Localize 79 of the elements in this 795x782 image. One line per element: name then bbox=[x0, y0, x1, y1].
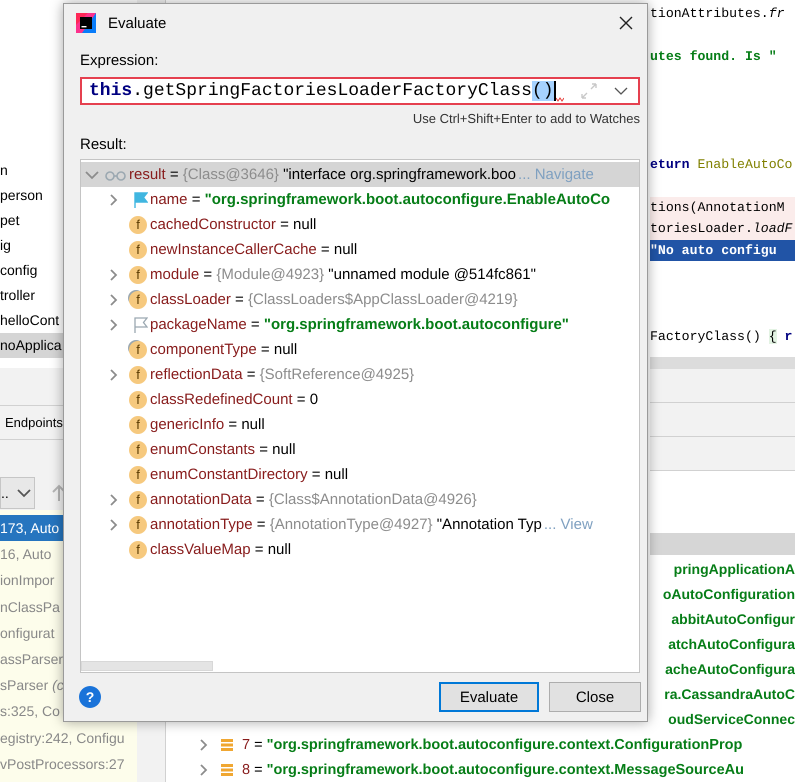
variable-text: annotationType = {AnnotationType@4927} "Annotation Typ bbox=[150, 516, 542, 533]
variable-text: result = {Class@3646} "interface org.springframework.boo bbox=[129, 166, 516, 183]
dialog-button[interactable]: Close bbox=[549, 682, 641, 712]
variable-text: classValueMap = null bbox=[150, 541, 292, 558]
variable-text: enumConstantDirectory = null bbox=[150, 466, 348, 483]
tree-row[interactable]: f annotationData = {Class$AnnotationData@4926} bbox=[81, 487, 639, 512]
variable-text: componentType = null bbox=[150, 341, 298, 358]
tree-row[interactable]: f cachedConstructor = null bbox=[81, 212, 639, 237]
variable-text: enumConstants = null bbox=[150, 441, 296, 458]
marked-field-icon: f bbox=[129, 290, 147, 308]
variable-text: 7 = "org.springframework.boot.autoconfigure.context.ConfigurationProp bbox=[242, 736, 742, 752]
tree-row[interactable]: f componentType = null bbox=[81, 337, 639, 362]
field-icon: f bbox=[129, 366, 147, 384]
tree-row[interactable]: f classLoader = {ClassLoaders$AppClassLoader@4219} bbox=[81, 287, 639, 312]
tree-row[interactable]: f reflectionData = {SoftReference@4925} bbox=[81, 362, 639, 387]
field-icon: f bbox=[129, 216, 147, 234]
flag-icon bbox=[132, 190, 148, 208]
variable-text: packageName = "org.springframework.boot.autoconfigure" bbox=[150, 316, 569, 333]
variable-text: genericInfo = null bbox=[150, 416, 265, 433]
field-icon: f bbox=[129, 466, 147, 484]
field-icon: f bbox=[129, 390, 147, 408]
field-icon: f bbox=[129, 516, 147, 534]
field-icon: f bbox=[129, 266, 147, 284]
field-icon: f bbox=[129, 240, 147, 258]
close-icon[interactable] bbox=[618, 15, 634, 31]
tree-row[interactable]: f genericInfo = null bbox=[81, 412, 639, 437]
scrollbar[interactable] bbox=[81, 661, 213, 671]
error-squiggle bbox=[556, 97, 564, 102]
chevron-right-icon[interactable] bbox=[198, 738, 208, 752]
field-label: Result: bbox=[80, 135, 128, 155]
window-title: Evaluate bbox=[108, 14, 168, 32]
code-line: eturn EnableAutoCo bbox=[650, 156, 794, 174]
tree-row[interactable]: f classRedefinedCount = 0 bbox=[81, 387, 639, 412]
flag-icon bbox=[132, 316, 148, 334]
chevron-right-icon[interactable] bbox=[198, 762, 208, 776]
list-icon bbox=[220, 762, 234, 776]
variable-text: classRedefinedCount = 0 bbox=[150, 391, 318, 408]
tree-row[interactable]: f enumConstants = null bbox=[81, 437, 639, 462]
tree-row[interactable]: result = {Class@3646} "interface org.springframework.boo... Navigate bbox=[81, 162, 639, 187]
variable-text: name = "org.springframework.boot.autoconfigure.EnableAutoCo bbox=[150, 191, 610, 208]
variable-value: acheAutoConfigura bbox=[664, 660, 795, 679]
tree-row[interactable]: f enumConstantDirectory = null bbox=[81, 462, 639, 487]
variable-value: abbitAutoConfigur bbox=[670, 610, 795, 629]
text-caret bbox=[554, 81, 556, 101]
variable-text: module = {Module@4923} "unnamed module @514fc861" bbox=[150, 266, 536, 283]
tree-row[interactable]: f newInstanceCallerCache = null bbox=[81, 237, 639, 262]
field-icon: f bbox=[129, 416, 147, 434]
field-icon: f bbox=[129, 490, 147, 508]
variable-value: ra.CassandraAutoC bbox=[663, 685, 795, 704]
thread-dropdown[interactable]: .. bbox=[0, 476, 35, 508]
code-line: FactoryClass() { r bbox=[650, 328, 794, 346]
expression-field[interactable]: this.getSpringFactoriesLoaderFactoryClass() bbox=[80, 77, 640, 105]
list-icon bbox=[220, 738, 234, 752]
variable-text: classLoader = {ClassLoaders$AppClassLoader@4219} bbox=[150, 291, 518, 308]
marked-field-icon: f bbox=[129, 340, 147, 358]
endpoints-tab[interactable]: Endpoints bbox=[0, 415, 63, 430]
variable-text: newInstanceCallerCache = null bbox=[150, 241, 358, 258]
tree-row[interactable]: f module = {Module@4923} "unnamed module @514fc861" bbox=[81, 262, 639, 287]
dialog-button[interactable]: Evaluate bbox=[439, 682, 539, 712]
field-icon: f bbox=[129, 440, 147, 458]
code-line: tionAttributes.fr bbox=[650, 5, 786, 23]
variable-value: oudServiceConnec bbox=[667, 710, 795, 729]
code-line: utes found. Is " bbox=[650, 48, 778, 66]
variable-text: reflectionData = {SoftReference@4925} bbox=[150, 366, 414, 383]
variable-text: cachedConstructor = null bbox=[150, 216, 316, 233]
tree-row[interactable]: f classValueMap = null bbox=[81, 537, 639, 562]
variable-text: 8 = "org.springframework.boot.autoconfigure.context.MessageSourceAu bbox=[242, 762, 744, 778]
app-logo-icon bbox=[76, 13, 96, 33]
variable-value: pringApplicationA bbox=[672, 560, 795, 579]
help-button[interactable]: ? bbox=[79, 686, 101, 708]
tree-row[interactable]: name = "org.springframework.boot.autoconfigure.EnableAutoCo bbox=[81, 187, 639, 212]
hint-text: Use Ctrl+Shift+Enter to add to Watches bbox=[412, 110, 640, 128]
tree-row[interactable]: f annotationType = {AnnotationType@4927} "Annotation Typ... View bbox=[81, 512, 639, 537]
field-icon: f bbox=[129, 540, 147, 558]
tree-row[interactable]: packageName = "org.springframework.boot.autoconfigure" bbox=[81, 312, 639, 337]
variable-value: atchAutoConfigura bbox=[667, 635, 795, 654]
field-label: Expression: bbox=[80, 51, 160, 71]
variable-value: oAutoConfiguration bbox=[662, 585, 795, 604]
variable-text: annotationData = {Class$AnnotationData@4926} bbox=[150, 491, 477, 508]
